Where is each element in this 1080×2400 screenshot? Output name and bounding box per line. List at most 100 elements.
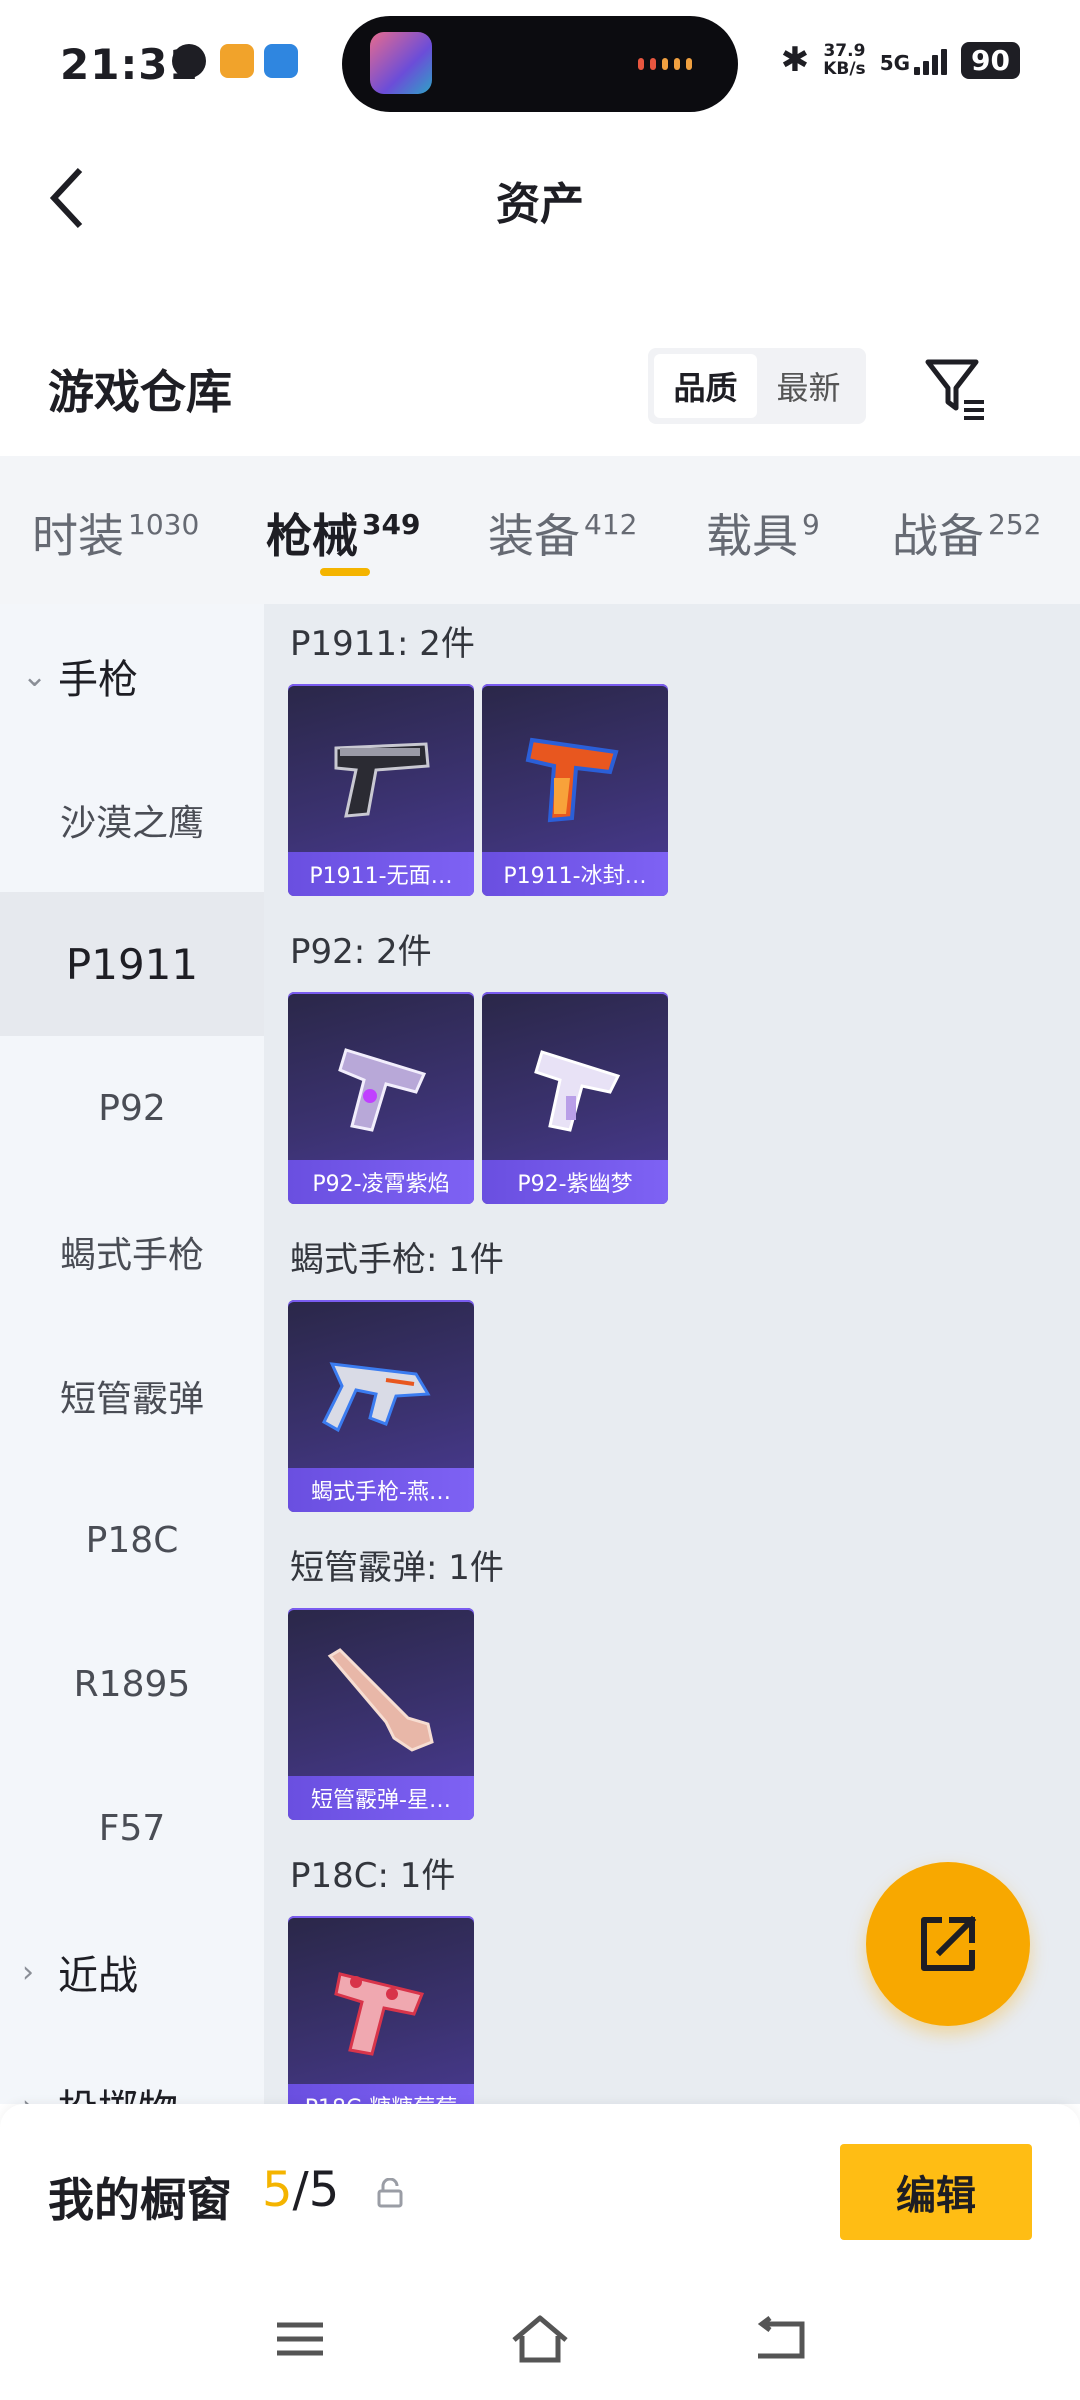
skin-name: P18C-糖糖莓莓 bbox=[288, 2084, 474, 2104]
category-tabs: 时装 1030 枪械 349 装备 412 载具 9 战备 252 bbox=[0, 456, 1080, 604]
sidebar-item-r1895[interactable]: R1895 bbox=[0, 1612, 264, 1756]
sidebar-item-p1911[interactable]: P1911 bbox=[0, 892, 264, 1036]
tab-label: 时装 bbox=[32, 509, 124, 563]
skin-card[interactable]: P1911-无面… bbox=[288, 684, 474, 896]
sidebar-item-skorpion[interactable]: 蝎式手枪 bbox=[0, 1180, 264, 1324]
skin-name-text: P1911-无面… bbox=[309, 864, 453, 889]
tab-label: 载具 bbox=[706, 509, 798, 563]
tab-label: 装备 bbox=[488, 509, 580, 563]
skin-card[interactable]: P1911-冰封… bbox=[482, 684, 668, 896]
sidebar-item-desert-eagle[interactable]: 沙漠之鹰 bbox=[0, 748, 264, 892]
media-artwork bbox=[370, 32, 432, 94]
chevron-right-icon: › bbox=[22, 1954, 34, 1990]
skin-name-text: P18C-糖糖莓莓 bbox=[305, 2090, 458, 2104]
menu-button[interactable] bbox=[260, 2304, 340, 2374]
sort-quality-button[interactable]: 品质 bbox=[654, 354, 757, 418]
bluetooth-icon: ✱ bbox=[780, 40, 810, 80]
tab-firearms[interactable]: 枪械 349 bbox=[266, 500, 420, 566]
sidebar-group-label: 投掷物 bbox=[58, 2077, 178, 2104]
tab-count: 412 bbox=[584, 508, 638, 541]
section-title: 蝎式手枪: 1件 bbox=[290, 1240, 504, 1280]
skin-card[interactable]: 短管霰弹-星… bbox=[288, 1608, 474, 1820]
skin-name: 蝎式手枪-燕… bbox=[288, 1468, 474, 1512]
back-icon bbox=[757, 2316, 805, 2359]
showcase-separator: / bbox=[292, 2162, 309, 2218]
signal-icon bbox=[914, 45, 948, 75]
tab-vehicles[interactable]: 载具 9 bbox=[706, 500, 820, 566]
section-title: P18C: 1件 bbox=[290, 1856, 456, 1896]
net-speed-value: 37.9 bbox=[823, 41, 866, 61]
skin-name: P1911-冰封… bbox=[482, 852, 668, 896]
skin-card[interactable]: P18C-糖糖莓莓 bbox=[288, 1916, 474, 2104]
tab-supplies[interactable]: 战备 252 bbox=[892, 500, 1041, 566]
showcase-total: 5 bbox=[308, 2162, 340, 2218]
page-title: 资产 bbox=[496, 179, 584, 230]
system-nav-bar bbox=[0, 2284, 1080, 2400]
edit-button[interactable]: 编辑 bbox=[840, 2144, 1032, 2240]
skin-name-text: P92-紫幽梦 bbox=[517, 1172, 633, 1197]
section-title: P92: 2件 bbox=[290, 932, 432, 972]
skin-card[interactable]: P92-凌霄紫焰 bbox=[288, 992, 474, 1204]
shotgun-icon bbox=[327, 1648, 434, 1752]
sidebar-group-throwables[interactable]: › 投掷物 bbox=[0, 2034, 264, 2104]
showcase-label: 我的橱窗 bbox=[48, 2173, 232, 2227]
status-bar: 21:31 ✱ 37.9 KB/s 5G 90 bbox=[0, 0, 1080, 130]
skin-name: P92-紫幽梦 bbox=[482, 1160, 668, 1204]
active-tab-indicator bbox=[320, 568, 370, 576]
sidebar-group-label: 近战 bbox=[58, 1953, 138, 1999]
tab-fashion[interactable]: 时装 1030 bbox=[32, 500, 199, 566]
menu-icon bbox=[277, 2322, 323, 2356]
weapon-type-sidebar: ⌄ 手枪 沙漠之鹰 P1911 P92 蝎式手枪 短管霰弹 P18C R1895… bbox=[0, 604, 264, 2104]
home-button[interactable] bbox=[500, 2304, 580, 2374]
sidebar-group-melee[interactable]: › 近战 bbox=[0, 1900, 264, 2044]
tab-count: 349 bbox=[362, 508, 421, 541]
lock-icon bbox=[377, 2178, 403, 2208]
filter-button[interactable] bbox=[920, 352, 992, 424]
skin-name-text: 短管霰弹-星… bbox=[311, 1788, 451, 1813]
chevron-down-icon: ⌄ bbox=[22, 658, 48, 694]
pistol-pink-icon bbox=[334, 1972, 425, 2056]
network-label: 5G bbox=[879, 51, 911, 75]
filter-icon bbox=[925, 359, 984, 420]
skin-name: P92-凌霄紫焰 bbox=[288, 1160, 474, 1204]
dynamic-island[interactable] bbox=[342, 16, 738, 112]
tab-count: 1030 bbox=[128, 508, 200, 541]
sidebar-item-p18c[interactable]: P18C bbox=[0, 1468, 264, 1612]
tab-count: 9 bbox=[802, 508, 820, 541]
status-right: ✱ 37.9 KB/s 5G 90 bbox=[781, 40, 1020, 80]
section-title: P1911: 2件 bbox=[290, 624, 475, 664]
sort-newest-button[interactable]: 最新 bbox=[757, 354, 860, 418]
sidebar-item-f57[interactable]: F57 bbox=[0, 1756, 264, 1900]
tab-count: 252 bbox=[988, 508, 1042, 541]
tab-label: 枪械 bbox=[266, 509, 358, 563]
skin-name-text: 蝎式手枪-燕… bbox=[311, 1480, 451, 1505]
sort-toggle: 品质 最新 bbox=[648, 348, 866, 424]
network-type: 5G bbox=[879, 45, 948, 75]
showcase-count: 5/5 bbox=[262, 2162, 339, 2218]
sidebar-group-pistols[interactable]: ⌄ 手枪 bbox=[0, 604, 264, 748]
warehouse-title: 游戏仓库 bbox=[48, 365, 232, 419]
pistol-purple-icon bbox=[338, 1048, 427, 1132]
pistol-white-icon bbox=[534, 1050, 621, 1132]
showcase-bar: 我的橱窗 5/5 编辑 bbox=[0, 2104, 1080, 2284]
net-speed: 37.9 KB/s bbox=[823, 42, 865, 78]
sidebar-item-p92[interactable]: P92 bbox=[0, 1036, 264, 1180]
skin-name-text: P92-凌霄紫焰 bbox=[312, 1172, 450, 1197]
net-speed-unit: KB/s bbox=[823, 59, 866, 79]
battery-icon: 90 bbox=[961, 41, 1020, 79]
skin-name: 短管霰弹-星… bbox=[288, 1776, 474, 1820]
skin-name: P1911-无面… bbox=[288, 852, 474, 896]
share-external-icon bbox=[921, 1915, 977, 1971]
share-button[interactable] bbox=[866, 1862, 1030, 2026]
notification-app-icon bbox=[172, 44, 206, 78]
sidebar-group-label: 手枪 bbox=[58, 657, 138, 703]
skin-card[interactable]: P92-紫幽梦 bbox=[482, 992, 668, 1204]
back-nav-button[interactable] bbox=[740, 2304, 820, 2374]
skin-card[interactable]: 蝎式手枪-燕… bbox=[288, 1300, 474, 1512]
chevron-right-icon: › bbox=[22, 2089, 50, 2105]
pistol-dark-icon bbox=[334, 742, 430, 818]
tab-equipment[interactable]: 装备 412 bbox=[488, 500, 637, 566]
audio-wave-icon bbox=[638, 58, 692, 70]
sidebar-item-sawed-off[interactable]: 短管霰弹 bbox=[0, 1324, 264, 1468]
tab-label: 战备 bbox=[892, 509, 984, 563]
